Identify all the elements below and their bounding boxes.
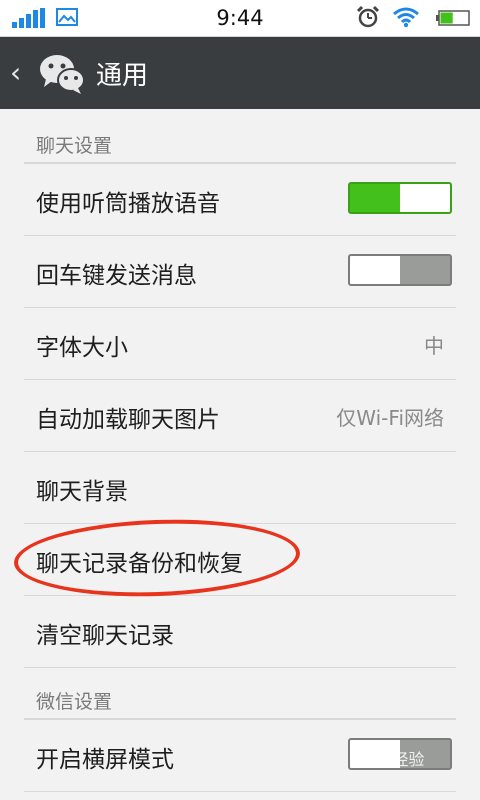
setting-label: 开启横屏模式 — [36, 747, 174, 773]
setting-label: 使用听筒播放语音 — [36, 191, 220, 217]
setting-row-auto-load-images[interactable]: 自动加载聊天图片 仅Wi-Fi网络 — [24, 380, 456, 452]
page-title: 通用 — [96, 61, 149, 91]
section-header-chat-settings: 聊天设置 — [24, 134, 456, 164]
wifi-icon — [393, 7, 419, 28]
setting-value: 中 — [424, 334, 444, 358]
battery-icon — [436, 10, 470, 26]
setting-row-enter-to-send[interactable]: 回车键发送消息 — [24, 236, 456, 308]
section-title: 微信设置 — [36, 691, 113, 713]
setting-label: 回车键发送消息 — [36, 263, 197, 289]
earpiece-toggle[interactable] — [348, 182, 452, 214]
status-bar: 9:44 — [0, 0, 480, 37]
setting-label: 聊天背景 — [36, 479, 128, 505]
enter-send-toggle[interactable] — [348, 254, 452, 286]
back-chevron-icon[interactable]: ‹ — [10, 57, 28, 89]
setting-row-font-size[interactable]: 字体大小 中 — [24, 308, 456, 380]
setting-label: 自动加载聊天图片 — [36, 407, 220, 433]
setting-row-earpiece-playback[interactable]: 使用听筒播放语音 — [24, 164, 456, 236]
section-header-wechat-settings: 微信设置 — [24, 690, 456, 720]
title-bar: ‹ 通用 — [0, 37, 480, 109]
alarm-clock-icon — [356, 5, 380, 28]
setting-value: 仅Wi-Fi网络 — [336, 406, 444, 430]
setting-row-chat-background[interactable]: 聊天背景 — [24, 452, 456, 524]
watermark: Bai 经验 — [362, 750, 425, 769]
setting-label: 字体大小 — [36, 335, 128, 361]
setting-label: 清空聊天记录 — [36, 623, 174, 649]
setting-row-clear-chat-history[interactable]: 清空聊天记录 — [24, 596, 456, 668]
wechat-icon — [40, 55, 85, 94]
section-title: 聊天设置 — [36, 135, 113, 157]
